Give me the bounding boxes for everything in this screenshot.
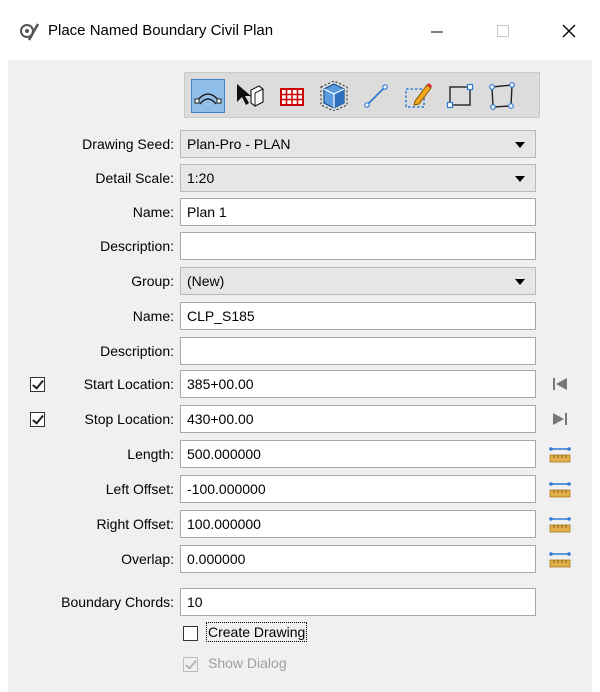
description-input[interactable]	[180, 232, 536, 260]
skip-to-end-icon[interactable]	[548, 407, 572, 431]
close-icon	[562, 24, 576, 38]
detail-scale-value: 1:20	[187, 170, 215, 186]
left-offset-input[interactable]: -100.000000	[180, 475, 536, 503]
measure-distance-icon[interactable]	[548, 547, 572, 571]
boundary-chords-label: Boundary Chords:	[61, 594, 174, 610]
3d-box-icon	[320, 81, 348, 111]
show-dialog-checkbox[interactable]	[183, 657, 198, 672]
drawing-seed-label: Drawing Seed:	[82, 136, 174, 152]
length-input[interactable]: 500.000000	[180, 440, 536, 468]
civil-plan-icon	[194, 93, 222, 105]
length-label: Length:	[127, 446, 174, 462]
group-dropdown[interactable]: (New)	[180, 267, 536, 295]
chevron-down-icon	[515, 176, 525, 182]
maximize-icon	[497, 25, 509, 37]
group-description-input[interactable]	[180, 337, 536, 365]
right-offset-label: Right Offset:	[96, 516, 174, 532]
title-bar: Place Named Boundary Civil Plan	[0, 0, 600, 60]
measure-distance-icon[interactable]	[548, 477, 572, 501]
rectangle-icon	[446, 83, 474, 109]
right-offset-input[interactable]: 100.000000	[180, 510, 536, 538]
maximize-button[interactable]	[480, 14, 526, 48]
group-name-label: Name:	[132, 308, 174, 324]
stop-location-label: Stop Location:	[84, 411, 174, 427]
boundary-chords-input[interactable]: 10	[180, 588, 536, 616]
description-label: Description:	[100, 238, 174, 254]
stop-location-checkbox[interactable]	[30, 412, 45, 427]
tool-select-3d[interactable]	[233, 79, 267, 113]
overlap-label: Overlap:	[121, 551, 174, 567]
minimize-button[interactable]	[414, 14, 460, 48]
tool-edit-rectangle[interactable]	[401, 79, 435, 113]
tool-3d-box[interactable]	[317, 79, 351, 113]
detail-scale-label: Detail Scale:	[95, 170, 174, 186]
name-input[interactable]: Plan 1	[180, 198, 536, 226]
create-drawing-label[interactable]: Create Drawing	[205, 622, 308, 642]
shape-icon	[489, 82, 515, 110]
window-title: Place Named Boundary Civil Plan	[48, 22, 274, 39]
tool-shape[interactable]	[485, 79, 519, 113]
chevron-down-icon	[515, 279, 525, 285]
edit-rectangle-icon	[405, 83, 432, 108]
create-drawing-checkbox[interactable]	[183, 626, 198, 641]
start-location-checkbox[interactable]	[30, 377, 45, 392]
tool-civil-plan[interactable]	[191, 79, 225, 113]
group-label: Group:	[131, 273, 174, 289]
select-3d-icon	[237, 84, 264, 107]
chevron-down-icon	[515, 142, 525, 148]
dialog-body: Drawing Seed: Plan-Pro - PLAN Detail Sca…	[8, 60, 592, 692]
detail-scale-dropdown[interactable]: 1:20	[180, 164, 536, 192]
minimize-icon	[431, 31, 443, 33]
gear-pencil-icon	[20, 23, 40, 41]
show-dialog-label: Show Dialog	[208, 655, 287, 671]
tool-grid-table[interactable]	[275, 79, 309, 113]
group-name-input[interactable]: CLP_S185	[180, 302, 536, 330]
overlap-input[interactable]: 0.000000	[180, 545, 536, 573]
start-location-label: Start Location:	[83, 376, 174, 392]
tool-line[interactable]	[359, 79, 393, 113]
start-location-input[interactable]: 385+00.00	[180, 370, 536, 398]
left-offset-label: Left Offset:	[105, 481, 174, 497]
grid-table-icon	[280, 88, 304, 106]
close-button[interactable]	[546, 14, 592, 48]
tool-rectangle[interactable]	[443, 79, 477, 113]
group-value: (New)	[187, 273, 225, 289]
drawing-seed-value: Plan-Pro - PLAN	[187, 136, 291, 152]
group-description-label: Description:	[100, 343, 174, 359]
name-label: Name:	[132, 204, 174, 220]
measure-distance-icon[interactable]	[548, 512, 572, 536]
measure-distance-icon[interactable]	[548, 442, 572, 466]
drawing-seed-dropdown[interactable]: Plan-Pro - PLAN	[180, 130, 536, 158]
placement-toolbar	[184, 72, 540, 118]
stop-location-input[interactable]: 430+00.00	[180, 405, 536, 433]
line-icon	[364, 84, 388, 108]
skip-to-start-icon[interactable]	[548, 372, 572, 396]
